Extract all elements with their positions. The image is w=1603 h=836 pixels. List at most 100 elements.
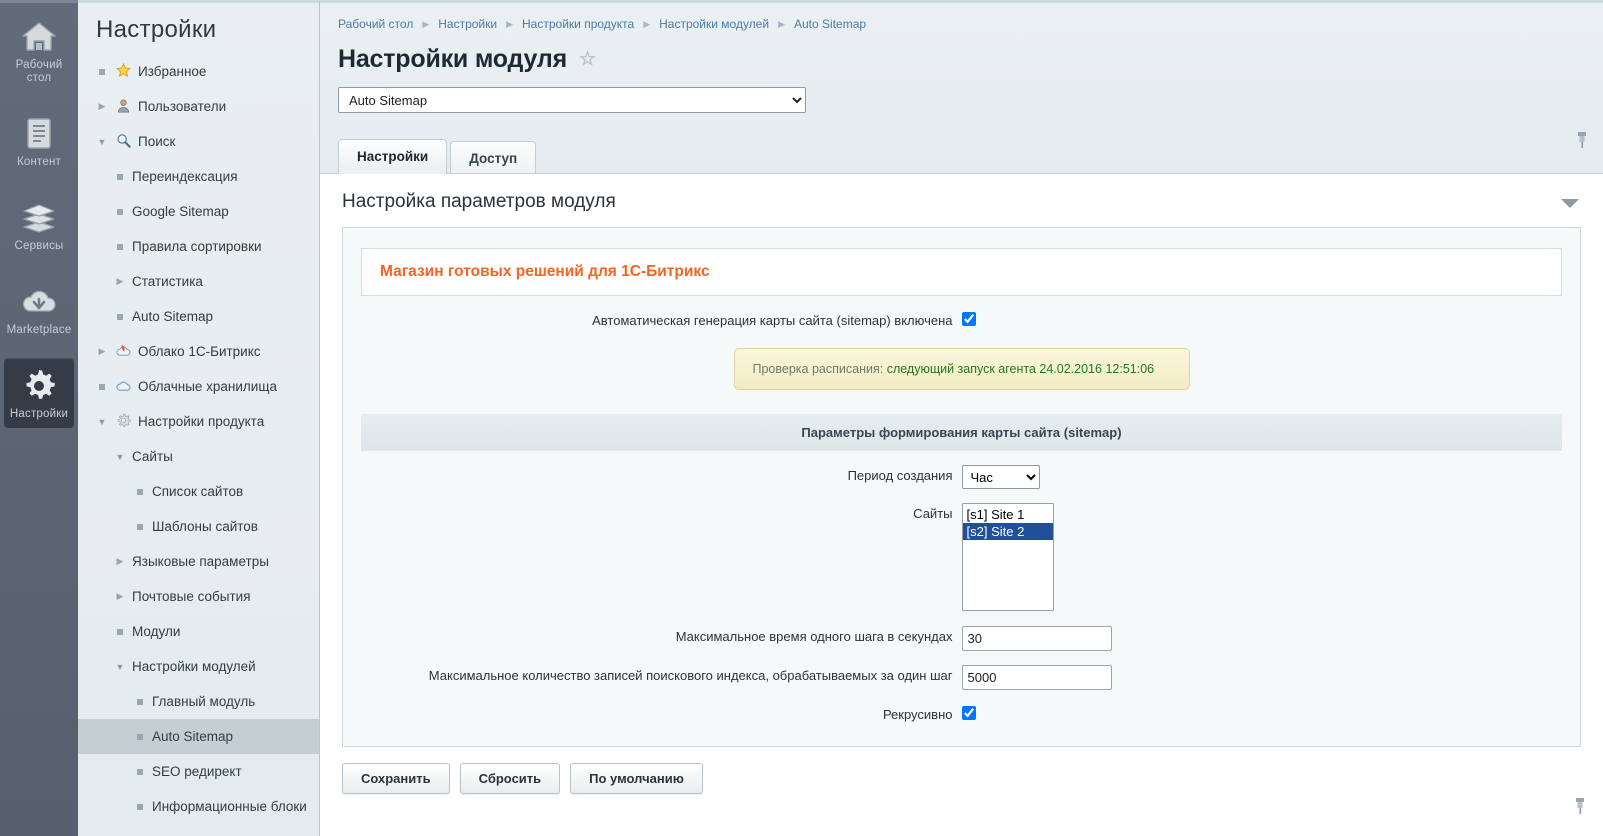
breadcrumb-separator-icon: ▶ [422, 19, 429, 30]
breadcrumb-link-3[interactable]: Настройки модулей [659, 17, 769, 31]
max-records-input[interactable] [962, 665, 1112, 690]
period-select[interactable]: Час [962, 465, 1040, 489]
max-records-control [962, 665, 1542, 690]
sites-listbox[interactable]: [s1] Site 1[s2] Site 2 [962, 503, 1054, 611]
tab-0[interactable]: Настройки [338, 139, 447, 174]
tab-label: Настройки [357, 149, 428, 164]
sidebar-item-21[interactable]: Информационные блоки [78, 789, 319, 824]
bullet-icon [134, 729, 146, 744]
favorite-star-icon[interactable]: ☆ [579, 50, 596, 69]
content-header: Рабочий стол ▶ Настройки ▶ Настройки продукт… [320, 3, 1603, 173]
chevron-down-icon[interactable]: ▼ [96, 137, 108, 147]
sidebar-item-11[interactable]: ▼ Сайты [78, 439, 319, 474]
form-button-2[interactable]: По умолчанию [570, 763, 703, 794]
recursive-checkbox[interactable] [962, 706, 976, 720]
sidebar-item-label: Сайты [132, 449, 173, 464]
chevron-right-icon[interactable]: ▶ [96, 101, 108, 112]
chevron-right-icon[interactable]: ▶ [96, 346, 108, 357]
chevron-right-icon[interactable]: ▶ [114, 276, 126, 287]
sidebar-item-label: Облако 1С-Битрикс [138, 344, 261, 359]
section-header: Параметры формирования карты сайта (site… [361, 414, 1562, 451]
period-label: Период создания [382, 465, 962, 483]
sidebar-item-label: Поиск [138, 134, 175, 149]
nav-item-desktop[interactable]: Рабочий стол [4, 9, 74, 92]
sites-control: [s1] Site 1[s2] Site 2 [962, 503, 1542, 612]
page-title: Настройки модуля ☆ [320, 31, 1603, 74]
bullet-icon [114, 204, 126, 219]
gear-icon [6, 366, 72, 406]
schedule-notice-value: следующий запуск агента 24.02.2016 12:51… [887, 362, 1154, 376]
max-time-input[interactable] [962, 626, 1112, 651]
chevron-down-icon[interactable]: ▼ [114, 452, 126, 462]
sidebar-item-label: Правила сортировки [132, 239, 262, 254]
layers-icon [6, 198, 72, 238]
sidebar-item-18[interactable]: Главный модуль [78, 684, 319, 719]
sidebar-item-label: Auto Sitemap [152, 729, 233, 744]
bullet-icon [134, 484, 146, 499]
breadcrumb-link-1[interactable]: Настройки [438, 17, 497, 31]
sidebar-item-17[interactable]: ▼Настройки модулей [78, 649, 319, 684]
panel-title-text: Настройка параметров модуля [342, 191, 616, 212]
sidebar-item-10[interactable]: ▼ Настройки продукта [78, 404, 319, 439]
sidebar-item-19[interactable]: Auto Sitemap [78, 719, 319, 754]
sidebar-item-9[interactable]: Облачные хранилища [78, 369, 319, 404]
sidebar-item-1[interactable]: ▶ Пользователи [78, 89, 319, 124]
pin-bottom-icon[interactable] [1573, 797, 1587, 815]
breadcrumb-separator-icon: ▶ [643, 19, 650, 30]
nav-label-settings: Настройки [6, 408, 72, 421]
bullet-icon [114, 624, 126, 639]
cloud-bx-icon [114, 343, 132, 361]
bullet-icon [114, 309, 126, 324]
nav-item-content[interactable]: Контент [4, 106, 74, 176]
nav-item-services[interactable]: Сервисы [4, 190, 74, 260]
chevron-right-icon[interactable]: ▶ [114, 556, 126, 567]
sidebar-item-8[interactable]: ▶ Облако 1С-Битрикс [78, 334, 319, 369]
chevron-right-icon[interactable]: ▶ [114, 591, 126, 602]
sidebar-item-label: Пользователи [138, 99, 226, 114]
module-select[interactable]: Auto Sitemap [338, 87, 806, 113]
chevron-down-icon[interactable]: ▼ [114, 662, 126, 672]
form-button-1[interactable]: Сбросить [460, 763, 561, 794]
sidebar-item-12[interactable]: Список сайтов [78, 474, 319, 509]
star-icon [114, 63, 132, 81]
sidebar-title: Настройки [78, 3, 319, 54]
bullet-icon [114, 239, 126, 254]
tab-bar: Настройки Доступ [338, 138, 539, 173]
settings-form: Магазин готовых решений для 1С-Битрикс А… [342, 227, 1581, 747]
sites-option[interactable]: [s2] Site 2 [963, 523, 1053, 540]
collapse-triangle-icon[interactable] [1561, 199, 1579, 208]
breadcrumb-link-4[interactable]: Auto Sitemap [794, 17, 866, 31]
schedule-notice-label: Проверка расписания: [753, 362, 884, 376]
sidebar-item-7[interactable]: Auto Sitemap [78, 299, 319, 334]
sites-option[interactable]: [s1] Site 1 [963, 506, 1053, 523]
sidebar-item-label: Настройки продукта [138, 414, 264, 429]
max-time-label: Максимальное время одного шага в секунда… [382, 626, 962, 644]
sidebar-item-label: Главный модуль [152, 694, 255, 709]
sidebar-item-6[interactable]: ▶Статистика [78, 264, 319, 299]
max-time-row: Максимальное время одного шага в секунда… [343, 626, 1580, 651]
pin-top-icon[interactable] [1575, 131, 1589, 149]
nav-item-settings[interactable]: Настройки [4, 358, 74, 428]
sidebar-item-14[interactable]: ▶Языковые параметры [78, 544, 319, 579]
store-banner[interactable]: Магазин готовых решений для 1С-Битрикс [361, 248, 1562, 296]
sidebar-item-4[interactable]: Google Sitemap [78, 194, 319, 229]
nav-item-marketplace[interactable]: Marketplace [4, 274, 74, 344]
sidebar-item-0[interactable]: Избранное [78, 54, 319, 89]
sidebar-item-label: Облачные хранилища [138, 379, 277, 394]
form-button-0[interactable]: Сохранить [342, 763, 450, 794]
breadcrumb-link-2[interactable]: Настройки продукта [522, 17, 634, 31]
tab-1[interactable]: Доступ [450, 141, 536, 174]
sidebar-item-16[interactable]: Модули [78, 614, 319, 649]
sidebar-item-15[interactable]: ▶Почтовые события [78, 579, 319, 614]
sidebar-item-5[interactable]: Правила сортировки [78, 229, 319, 264]
auto-generate-checkbox[interactable] [962, 312, 976, 326]
sidebar-item-2[interactable]: ▼ Поиск [78, 124, 319, 159]
chevron-down-icon[interactable]: ▼ [96, 417, 108, 427]
sidebar-item-13[interactable]: Шаблоны сайтов [78, 509, 319, 544]
gear-small-icon [114, 413, 132, 431]
breadcrumb-link-0[interactable]: Рабочий стол [338, 17, 413, 31]
sidebar-item-3[interactable]: Переиндексация [78, 159, 319, 194]
max-records-label: Максимальное количество записей поисково… [382, 665, 962, 683]
left-icon-bar: Рабочий стол Контент [0, 0, 78, 836]
sidebar-item-20[interactable]: SEO редирект [78, 754, 319, 789]
